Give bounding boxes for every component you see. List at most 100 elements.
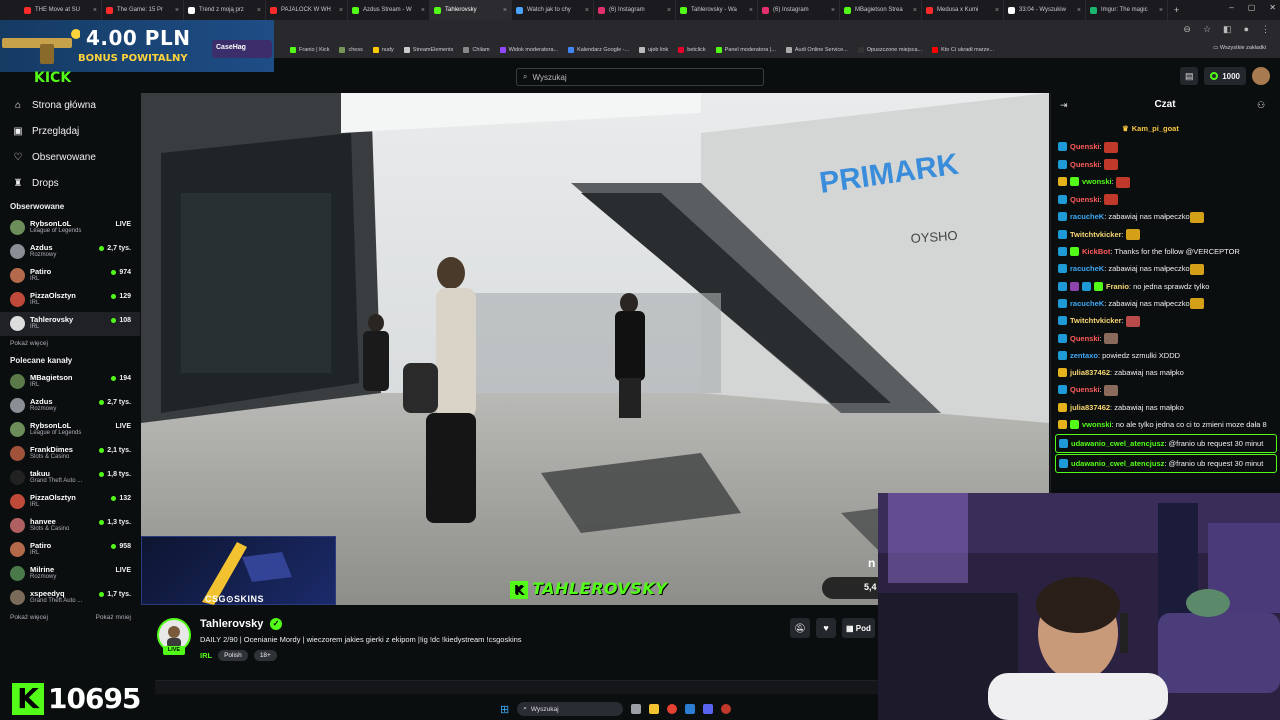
chat-username[interactable]: Quenski (1070, 160, 1100, 169)
chat-username[interactable]: racucheK (1070, 264, 1104, 273)
kick-logo[interactable]: KICK (34, 70, 71, 86)
close-icon[interactable]: ✕ (1269, 3, 1276, 12)
search-input[interactable]: ⌕ Wyszukaj (516, 68, 764, 86)
show-more-followed[interactable]: Pokaż więcej (0, 336, 140, 350)
chat-username[interactable]: Quenski (1070, 385, 1100, 394)
browser-tab[interactable]: Azdus Stream - W × (348, 0, 430, 20)
chat-username[interactable]: zentaxo (1070, 351, 1098, 360)
bookmark[interactable]: nudy (372, 47, 394, 53)
channel-item[interactable]: MBagietson IRL 194 (0, 370, 140, 394)
tab-close-icon[interactable]: × (913, 7, 917, 14)
mute-notifications-button[interactable]: 🔕︎ (790, 618, 810, 638)
tab-close-icon[interactable]: × (93, 7, 97, 14)
minimize-icon[interactable]: – (1229, 3, 1233, 12)
chrome-icon[interactable] (667, 704, 678, 714)
channel-item[interactable]: PizzaOlsztyn IRL 132 (0, 490, 140, 514)
bookmark[interactable]: chess (339, 47, 363, 53)
channel-item[interactable]: PizzaOlsztyn IRL 129 (0, 288, 140, 312)
channel-item[interactable]: RybsonLoL League of Legends LIVE (0, 418, 140, 442)
channel-item[interactable]: Patiro IRL 974 (0, 264, 140, 288)
user-avatar[interactable] (1252, 67, 1270, 85)
profile-icon[interactable]: ● (1244, 24, 1249, 35)
bookmark[interactable]: StreamElements (403, 47, 453, 53)
tab-close-icon[interactable]: × (421, 7, 425, 14)
tab-close-icon[interactable]: × (339, 7, 343, 14)
tab-close-icon[interactable]: × (585, 7, 589, 14)
bookmark[interactable]: Chilam (463, 47, 490, 53)
chat-username[interactable]: Quenski (1070, 142, 1100, 151)
chat-username[interactable]: vwonski (1082, 177, 1112, 186)
sidebar-nav-item[interactable]: ▣ Przeglądaj (0, 118, 140, 144)
star-icon[interactable]: ☆ (1203, 24, 1211, 35)
chat-username[interactable]: KickBot (1082, 247, 1110, 256)
sidebar-nav-item[interactable]: ♜ Drops (0, 170, 140, 196)
tab-close-icon[interactable]: × (1159, 7, 1163, 14)
streamer-name[interactable]: Tahlerovsky (200, 618, 263, 630)
bookmark[interactable]: Franio | Kick (290, 47, 329, 53)
bookmark[interactable]: Panel moderatora |... (715, 47, 776, 53)
explorer-icon[interactable] (649, 704, 660, 714)
chat-username[interactable]: Twitchtvkicker (1070, 316, 1122, 325)
task-view-icon[interactable] (631, 704, 642, 714)
browser-tab[interactable]: (6) Instagram × (594, 0, 676, 20)
tab-close-icon[interactable]: × (503, 7, 507, 14)
bookmark[interactable]: ujeb link (639, 47, 668, 53)
channel-item[interactable]: FrankDimes Slots & Casino 2,1 tys. (0, 442, 140, 466)
chat-username[interactable]: Quenski (1070, 334, 1100, 343)
bookmark[interactable]: betclick (678, 47, 706, 53)
tag-age[interactable]: 18+ (253, 650, 277, 661)
channel-item[interactable]: RybsonLoL League of Legends LIVE (0, 216, 140, 240)
browser-tab[interactable]: Watch jak to chy × (512, 0, 594, 20)
windows-start-icon[interactable]: ⊞ (500, 703, 509, 716)
all-bookmarks[interactable]: ▭ Wszystkie zakładki (1213, 45, 1266, 51)
browser-tab[interactable]: THE Move at SU × (20, 0, 102, 20)
tab-close-icon[interactable]: × (749, 7, 753, 14)
chat-username[interactable]: julia837462 (1070, 368, 1110, 377)
tag-language[interactable]: Polish (218, 650, 248, 661)
follow-button[interactable]: ♥ (816, 618, 836, 638)
sidebar-nav-item[interactable]: ⌂ Strona główna (0, 92, 140, 118)
bookmark[interactable]: Kto Ci ukradł marze... (932, 47, 994, 53)
extension-icon[interactable]: ◧ (1223, 24, 1232, 35)
app-icon[interactable] (721, 704, 732, 714)
browser-tab[interactable]: The Game: 15 Pr × (102, 0, 184, 20)
tab-close-icon[interactable]: × (831, 7, 835, 14)
chat-users-icon[interactable]: ⚇ (1257, 100, 1265, 111)
show-less-recommended[interactable]: Pokaż mniej (96, 614, 131, 621)
browser-tab[interactable]: MBagietson Strea × (840, 0, 922, 20)
channel-item[interactable]: Patiro IRL 958 (0, 538, 140, 562)
browser-tab[interactable]: Imgur: The magic × (1086, 0, 1168, 20)
chat-username[interactable]: racucheK (1070, 299, 1104, 308)
channel-item[interactable]: Azdus Rozmowy 2,7 tys. (0, 394, 140, 418)
layout-icon[interactable]: ▤ (1180, 67, 1199, 85)
chat-username[interactable]: Franio (1106, 282, 1129, 291)
tab-close-icon[interactable]: × (667, 7, 671, 14)
chat-username[interactable]: julia837462 (1070, 403, 1110, 412)
bookmark[interactable]: Audi Online Service... (785, 47, 848, 53)
browser-tab[interactable]: (6) Instagram × (758, 0, 840, 20)
discord-icon[interactable] (703, 704, 714, 714)
pinned-user[interactable]: ♛ Kam_pi_goat (1122, 124, 1179, 133)
points-button[interactable]: 1000 (1204, 67, 1246, 85)
chat-username[interactable]: Quenski (1070, 195, 1100, 204)
browser-tab[interactable]: 33:04 - Wyszukiw × (1004, 0, 1086, 20)
menu-icon[interactable]: ⋮ (1261, 24, 1270, 35)
chat-username[interactable]: Twitchtvkicker (1070, 230, 1122, 239)
tab-close-icon[interactable]: × (995, 7, 999, 14)
tab-close-icon[interactable]: × (175, 7, 179, 14)
taskbar-search[interactable]: ⌕ Wyszukaj (517, 702, 624, 716)
browser-tab[interactable]: PAJALOCK W WH × (266, 0, 348, 20)
new-tab-icon[interactable]: + (1168, 5, 1179, 15)
subscribe-button[interactable]: ▦ Pod (842, 618, 875, 638)
chat-username[interactable]: racucheK (1070, 212, 1104, 221)
stream-category[interactable]: IRL (200, 651, 212, 660)
browser-tab[interactable]: Tahlerovsky - Wa × (676, 0, 758, 20)
zoom-icon[interactable]: ⊖ (1183, 24, 1191, 35)
browser-tab[interactable]: Medusa x Kumi × (922, 0, 1004, 20)
chat-username[interactable]: udawanio_cwel_atencjusz (1071, 439, 1164, 448)
telegram-icon[interactable] (685, 704, 696, 714)
chat-username[interactable]: udawanio_cwel_atencjusz (1071, 459, 1164, 468)
bookmark[interactable]: Widok moderatora... (499, 47, 558, 53)
chat-username[interactable]: vwonski (1082, 420, 1112, 429)
bookmark[interactable]: Opuszczone miejsca... (857, 47, 922, 53)
